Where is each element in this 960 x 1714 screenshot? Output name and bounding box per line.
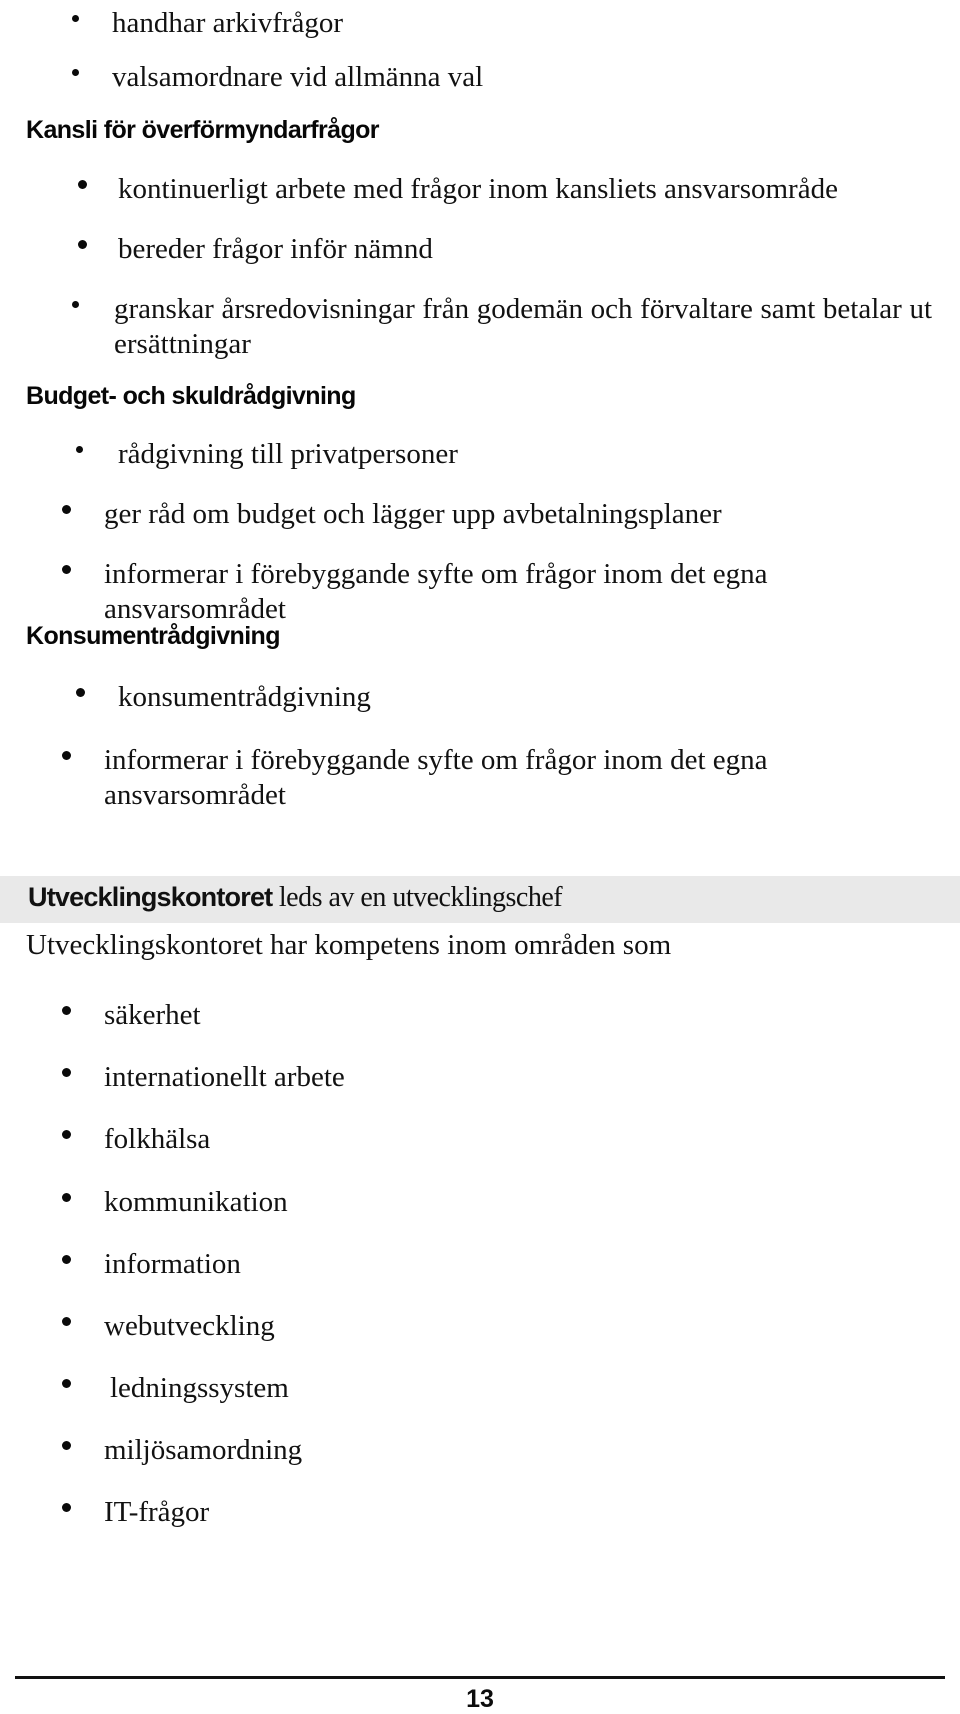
list-item: folkhälsa <box>62 1122 604 1157</box>
list-item-label: valsamordnare vid allmänna val <box>112 61 484 93</box>
list-item-label: konsumentrådgivning <box>118 681 371 713</box>
list-item-label: internationellt arbete <box>104 1061 345 1093</box>
list-item-label: informerar i förebyggande syfte om frågo… <box>104 558 768 626</box>
list-item-label: handhar arkivfrågor <box>112 7 344 39</box>
section-heading-konsument: Konsumentrådgivning <box>26 622 280 650</box>
list-item-label: säkerhet <box>104 999 201 1031</box>
list-item-label: ger råd om budget och lägger upp avbetal… <box>104 498 722 530</box>
bullet-icon <box>76 445 83 453</box>
list-item: internationellt arbete <box>62 1060 604 1095</box>
list-item: granskar årsredovisningar från godemän o… <box>72 292 932 363</box>
list-item: informerar i förebyggande syfte om frågo… <box>62 557 934 628</box>
list-item: valsamordnare vid allmänna val <box>72 60 812 95</box>
list-item: konsumentrådgivning <box>76 680 718 715</box>
list-item: kontinuerligt arbete med frågor inom kan… <box>78 172 918 207</box>
list-item: bereder frågor inför nämnd <box>78 232 818 267</box>
bullet-icon <box>62 1503 71 1513</box>
list-item-label: miljösamordning <box>104 1434 303 1466</box>
list-item: information <box>62 1247 604 1282</box>
list-item: handhar arkivfrågor <box>72 6 812 41</box>
page-number: 13 <box>466 1685 494 1713</box>
footer-divider <box>15 1676 945 1679</box>
list-item: informerar i förebyggande syfte om frågo… <box>62 743 934 814</box>
list-item-label: bereder frågor inför nämnd <box>118 233 433 265</box>
document-page: handhar arkivfrågor valsamordnare vid al… <box>0 0 960 1714</box>
bullet-icon <box>62 505 71 515</box>
bullet-icon <box>62 1193 71 1203</box>
bullet-icon <box>62 1441 71 1451</box>
bullet-icon <box>72 68 79 76</box>
list-item-label: informerar i förebyggande syfte om frågo… <box>104 744 768 812</box>
list-item-label: ledningssystem <box>110 1372 289 1404</box>
list-item: rådgivning till privatpersoner <box>76 437 818 472</box>
list-item-label: IT-frågor <box>104 1496 210 1528</box>
section-heading-budget: Budget- och skuldrådgivning <box>26 382 356 410</box>
section-heading-kansli: Kansli för överförmyndarfrågor <box>26 116 380 144</box>
banner-title-strong: Utvecklingskontoret <box>28 882 273 912</box>
list-item-label: granskar årsredovisningar från godemän o… <box>114 293 932 361</box>
bullet-icon <box>62 1006 71 1016</box>
bullet-icon <box>62 1317 71 1327</box>
bullet-icon <box>62 751 71 761</box>
list-item-label: webutveckling <box>104 1310 275 1342</box>
bullet-icon <box>76 688 85 698</box>
bullet-icon <box>72 300 79 308</box>
list-item: ger råd om budget och lägger upp avbetal… <box>62 497 864 532</box>
list-item-label: kontinuerligt arbete med frågor inom kan… <box>118 173 838 205</box>
list-item-label: rådgivning till privatpersoner <box>118 438 458 470</box>
list-item: IT-frågor <box>62 1495 604 1530</box>
bullet-icon <box>62 1068 71 1078</box>
bullet-icon <box>78 240 87 250</box>
list-item: webutveckling <box>62 1309 604 1344</box>
section-intro-text: Utvecklingskontoret har kompetens inom o… <box>26 929 672 961</box>
bullet-icon <box>62 1130 71 1140</box>
bullet-icon <box>78 180 87 190</box>
banner-title-rest: leds av en utvecklingschef <box>272 882 563 913</box>
list-item: kommunikation <box>62 1185 604 1220</box>
banner-title: Utvecklingskontoret leds av en utvecklin… <box>28 882 563 914</box>
list-item: ledningssystem <box>62 1371 610 1406</box>
bullet-icon <box>62 565 71 575</box>
bullet-icon <box>72 14 79 22</box>
list-item-label: kommunikation <box>104 1186 288 1218</box>
bullet-icon <box>62 1379 71 1389</box>
list-item: miljösamordning <box>62 1433 604 1468</box>
bullet-icon <box>62 1255 71 1265</box>
list-item-label: folkhälsa <box>104 1123 211 1155</box>
list-item-label: information <box>104 1248 241 1280</box>
list-item: säkerhet <box>62 998 604 1033</box>
